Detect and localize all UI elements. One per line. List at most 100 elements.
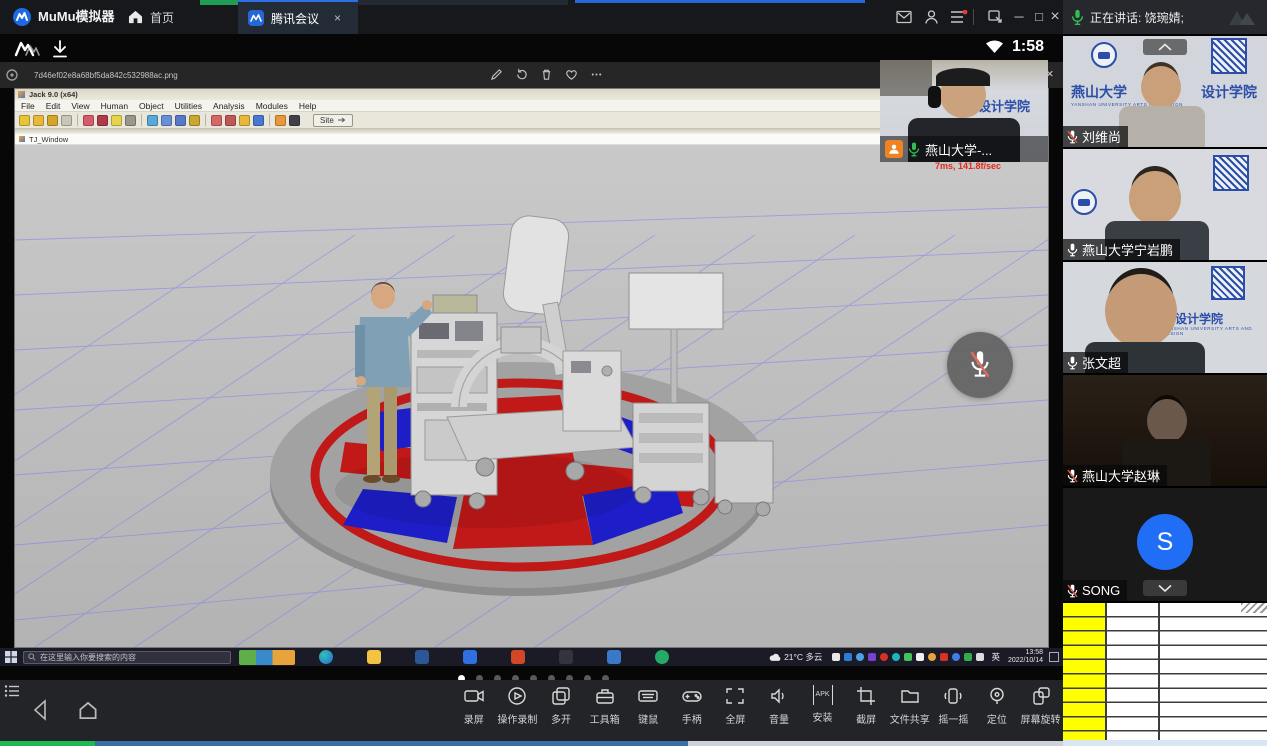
design-school-logo bbox=[1213, 268, 1243, 298]
toolbar-toolbox[interactable]: 工具箱 bbox=[583, 685, 627, 726]
background-taskbar-sliver bbox=[688, 741, 1063, 746]
site-label: Site bbox=[320, 116, 334, 125]
mic-on-icon bbox=[908, 142, 920, 157]
apk-icon: APK bbox=[813, 685, 833, 705]
self-view-label: 燕山大学-... bbox=[880, 136, 1048, 162]
participant-video[interactable]: 燕山大学宁岩鹏 bbox=[1063, 149, 1267, 260]
toolbar-location[interactable]: 定位 bbox=[975, 685, 1019, 726]
menu-icon[interactable] bbox=[950, 10, 968, 24]
background-spreadsheet[interactable] bbox=[1063, 603, 1267, 746]
participant-label: SONG bbox=[1063, 580, 1127, 601]
resize-window-icon[interactable] bbox=[988, 10, 1003, 24]
tray-icon bbox=[892, 653, 900, 661]
viewer-actions bbox=[490, 68, 609, 81]
tray-icon bbox=[964, 653, 972, 661]
participant-name: SONG bbox=[1082, 583, 1120, 598]
banner-text: 燕山大学 bbox=[1071, 82, 1127, 102]
background-shape bbox=[880, 60, 932, 96]
scroll-up-button[interactable] bbox=[1143, 39, 1187, 55]
toolbar-label: 多开 bbox=[551, 711, 571, 726]
sidebar-list-icon[interactable] bbox=[4, 684, 20, 698]
toolbar-record-screen[interactable]: 录屏 bbox=[452, 685, 496, 726]
mumu-logo-icon bbox=[12, 7, 32, 27]
highlighted-column bbox=[1063, 603, 1105, 740]
grid-line bbox=[1158, 603, 1160, 740]
toolbar-rotate-screen[interactable]: 屏幕旋转 bbox=[1019, 685, 1063, 726]
home-icon bbox=[128, 10, 143, 24]
menu-modules: Modules bbox=[256, 101, 288, 111]
tool-icon bbox=[61, 115, 72, 126]
minimize-button[interactable]: ─ bbox=[1008, 0, 1030, 34]
headphones-earcup bbox=[928, 86, 941, 108]
favorite-icon[interactable] bbox=[565, 68, 578, 81]
search-placeholder: 在这里输入你要搜索的内容 bbox=[40, 652, 136, 663]
person-silhouette bbox=[1141, 66, 1181, 108]
emulator-titlebar: MuMu模拟器 首页 腾讯会议 × bbox=[0, 0, 1063, 34]
edge-icon bbox=[319, 650, 333, 664]
meeting-tab-label: 腾讯会议 bbox=[271, 10, 319, 27]
tool-icon bbox=[19, 115, 30, 126]
university-seal-logo bbox=[1071, 189, 1097, 215]
toolbar-keymapping[interactable]: 键鼠 bbox=[626, 685, 670, 726]
screen: MuMu模拟器 首页 腾讯会议 × bbox=[0, 0, 1267, 746]
search-icon bbox=[28, 653, 36, 661]
participant-video[interactable]: S SONG bbox=[1063, 488, 1267, 601]
participant-video[interactable]: 燕山大学赵琳 bbox=[1063, 375, 1267, 486]
tool-icon bbox=[253, 115, 264, 126]
toolbar-label: 工具箱 bbox=[590, 711, 620, 726]
participant-video[interactable]: 燕山大学 设计学院 YANSHAN UNIVERSITY ARTS AND DE… bbox=[1063, 36, 1267, 147]
scroll-down-button[interactable] bbox=[1143, 580, 1187, 596]
tool-icon bbox=[275, 115, 286, 126]
toolbar-fullscreen[interactable]: 全屏 bbox=[714, 685, 758, 726]
account-icon[interactable] bbox=[924, 9, 939, 25]
floating-mic-muted-button[interactable] bbox=[947, 332, 1013, 398]
arrow-icon bbox=[338, 117, 346, 123]
meeting-watermark-icon bbox=[1227, 7, 1259, 27]
android-back-button[interactable] bbox=[30, 698, 52, 722]
background-window-sliver bbox=[575, 0, 865, 3]
toolbar-screenshot[interactable]: 截屏 bbox=[844, 685, 888, 726]
tool-icon bbox=[161, 115, 172, 126]
toolbar-gamepad[interactable]: 手柄 bbox=[670, 685, 714, 726]
powerpoint-icon bbox=[511, 650, 525, 664]
divider bbox=[77, 114, 78, 126]
toolbar-multi-instance[interactable]: 多开 bbox=[539, 685, 583, 726]
viewer-filename: 7d46ef02e8a68bf5da842c532988ac.png bbox=[34, 71, 178, 80]
folder-icon bbox=[899, 685, 921, 707]
tray-icon bbox=[868, 653, 876, 661]
toolbar-volume[interactable]: 音量 bbox=[757, 685, 801, 726]
toolbar-install-apk[interactable]: APK 安装 bbox=[801, 685, 845, 726]
mail-icon[interactable] bbox=[896, 10, 912, 24]
taskbar-search: 在这里输入你要搜索的内容 bbox=[23, 651, 231, 664]
participant-video[interactable]: 与设计学院 YANSHAN UNIVERSITY ARTS AND DESIGN… bbox=[1063, 262, 1267, 373]
tencent-meeting-logo-icon bbox=[248, 10, 264, 26]
tray-icon bbox=[952, 653, 960, 661]
rotate-icon[interactable] bbox=[515, 68, 528, 81]
tab-close-icon[interactable]: × bbox=[334, 11, 341, 25]
participant-name: 燕山大学宁岩鹏 bbox=[1082, 240, 1173, 259]
gamepad-icon bbox=[681, 685, 703, 707]
volume-icon bbox=[768, 685, 790, 707]
grid-line bbox=[1105, 603, 1107, 740]
toolbar-label: 屏幕旋转 bbox=[1021, 711, 1061, 726]
self-view-video[interactable]: 设计学院 燕山大学-... bbox=[880, 60, 1048, 162]
android-home-button[interactable] bbox=[76, 698, 100, 722]
background-taskbar-sliver bbox=[95, 741, 688, 746]
download-icon[interactable] bbox=[50, 40, 70, 59]
menu-human: Human bbox=[101, 101, 128, 111]
toolbar-file-share[interactable]: 文件共享 bbox=[888, 685, 932, 726]
person-silhouette bbox=[1119, 106, 1205, 147]
app-icon bbox=[463, 650, 477, 664]
edit-icon[interactable] bbox=[490, 68, 503, 81]
jack-3d-viewport[interactable]: 7ms, 141.8f/sec bbox=[15, 145, 1048, 647]
more-icon[interactable] bbox=[590, 68, 603, 81]
delete-icon[interactable] bbox=[540, 68, 553, 81]
toolbar-shake[interactable]: 摇一摇 bbox=[932, 685, 976, 726]
host-badge bbox=[885, 140, 903, 158]
tab-tencent-meeting[interactable]: 腾讯会议 × bbox=[238, 0, 358, 34]
toolbar-macro-record[interactable]: 操作录制 bbox=[496, 685, 540, 726]
tab-home[interactable]: 首页 bbox=[118, 0, 184, 34]
meeting-app-logo-icon[interactable] bbox=[14, 40, 40, 57]
mic-muted-icon bbox=[1067, 584, 1078, 598]
speaking-mic-icon bbox=[1071, 9, 1084, 26]
